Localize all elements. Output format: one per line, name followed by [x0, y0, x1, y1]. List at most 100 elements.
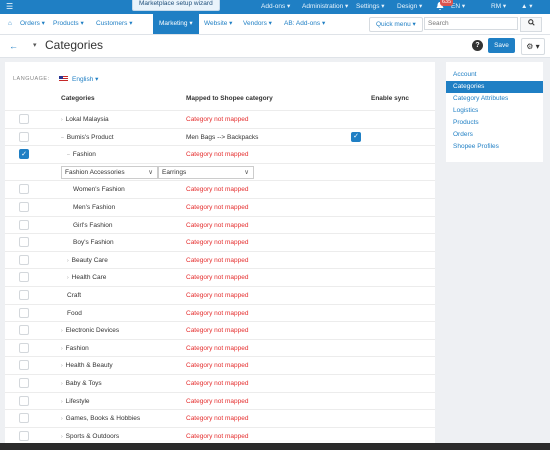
- category-label: Fashion: [65, 344, 89, 352]
- select-value: Earrings: [162, 168, 187, 176]
- category-name[interactable]: Girl's Fashion: [73, 217, 113, 234]
- expand-icon[interactable]: ›: [61, 416, 63, 422]
- row-checkbox[interactable]: [19, 237, 29, 248]
- row-checkbox[interactable]: [19, 184, 29, 195]
- collapse-icon[interactable]: –: [67, 152, 70, 158]
- category-name[interactable]: › Health & Beauty: [61, 357, 113, 375]
- category-name[interactable]: Boy's Fashion: [73, 234, 114, 251]
- row-checkbox[interactable]: [19, 114, 29, 124]
- history-dropdown-icon[interactable]: ▾: [33, 41, 37, 49]
- row-checkbox[interactable]: [19, 219, 29, 230]
- topbar-menu-5[interactable]: RM ▾: [491, 0, 506, 14]
- help-icon[interactable]: ?: [472, 40, 483, 51]
- row-checkbox[interactable]: [19, 342, 29, 353]
- row-checkbox[interactable]: [19, 395, 29, 406]
- nav-item-3[interactable]: Customers ▾: [96, 14, 133, 34]
- home-icon[interactable]: ⌂: [8, 14, 12, 34]
- nav-item-1[interactable]: Orders ▾: [20, 14, 45, 34]
- table-row: › Electronic Devices Category not mapped: [5, 321, 435, 339]
- sidebar-item-account[interactable]: Account: [446, 69, 543, 81]
- table-row: › Health Care Category not mapped: [5, 268, 435, 286]
- row-checkbox[interactable]: [19, 413, 29, 424]
- row-checkbox[interactable]: [19, 131, 29, 142]
- quick-menu-button[interactable]: Quick menu ▾: [369, 17, 423, 32]
- category-name[interactable]: Craft: [67, 287, 81, 304]
- topbar-menu-6[interactable]: ▲ ▾: [521, 0, 533, 14]
- table-row: Men's Fashion Category not mapped: [5, 197, 435, 216]
- row-checkbox[interactable]: [19, 360, 29, 371]
- nav-item-7[interactable]: AB: Add-ons ▾: [284, 14, 325, 34]
- sidebar-item-category-attributes[interactable]: Category Attributes: [446, 93, 543, 105]
- expand-icon[interactable]: ›: [61, 363, 63, 369]
- language-select[interactable]: English ▾: [59, 75, 98, 83]
- expand-icon[interactable]: ›: [67, 275, 69, 281]
- setup-wizard-button[interactable]: Marketplace setup wizard: [132, 0, 220, 11]
- expand-icon[interactable]: ›: [61, 434, 63, 440]
- row-checkbox[interactable]: [19, 254, 29, 265]
- table-row: › Fashion Category not mapped: [5, 338, 435, 358]
- shopee-subcategory-select[interactable]: Earrings ∨: [158, 165, 254, 179]
- menu-icon[interactable]: ☰: [6, 2, 13, 11]
- category-name[interactable]: – Fashion: [67, 146, 96, 164]
- nav-item-5[interactable]: Website ▾: [204, 14, 232, 34]
- mapping-status: Category not mapped: [186, 186, 249, 194]
- expand-icon[interactable]: ›: [61, 117, 63, 123]
- category-name[interactable]: Women's Fashion: [73, 181, 125, 198]
- category-name[interactable]: Food: [67, 305, 82, 322]
- topbar-menu-1[interactable]: Administration ▾: [302, 0, 348, 14]
- expand-icon[interactable]: ›: [61, 399, 63, 405]
- row-checkbox[interactable]: [19, 201, 29, 212]
- search-input[interactable]: [424, 17, 518, 30]
- category-name[interactable]: › Beauty Care: [67, 252, 108, 270]
- collapse-icon[interactable]: –: [61, 135, 64, 141]
- expand-icon[interactable]: ›: [67, 258, 69, 264]
- back-arrow-icon[interactable]: ←: [9, 41, 18, 51]
- category-name[interactable]: › Games, Books & Hobbies: [61, 410, 140, 428]
- row-checkbox[interactable]: [19, 307, 29, 318]
- sidebar-item-logistics[interactable]: Logistics: [446, 105, 543, 117]
- sidebar-item-categories[interactable]: Categories: [446, 81, 543, 93]
- table-row: › Lokal Malaysia Category not mapped: [5, 110, 435, 128]
- sidebar-item-shopee-profiles[interactable]: Shopee Profiles: [446, 141, 543, 153]
- category-name[interactable]: › Lokal Malaysia: [61, 111, 109, 129]
- category-name[interactable]: › Baby & Toys: [61, 375, 102, 393]
- topbar-menu-0[interactable]: Add-ons ▾: [261, 0, 290, 14]
- topbar-menu-3[interactable]: Design ▾: [397, 0, 422, 14]
- table-row: Fashion Accessories ∨ Earrings ∨: [5, 162, 435, 181]
- mapping-status: Category not mapped: [186, 239, 249, 247]
- category-name[interactable]: › Lifestyle: [61, 393, 90, 411]
- row-checkbox[interactable]: [19, 377, 29, 388]
- category-name[interactable]: › Electronic Devices: [61, 322, 119, 340]
- sidebar-item-products[interactable]: Products: [446, 117, 543, 129]
- settings-gear-icon[interactable]: ⚙ ▾: [521, 38, 545, 55]
- mapping-status: Category not mapped: [186, 116, 249, 123]
- us-flag-icon: [59, 76, 68, 82]
- save-button[interactable]: Save: [488, 38, 515, 53]
- row-checkbox[interactable]: ✓: [19, 149, 29, 160]
- row-checkbox[interactable]: [19, 430, 29, 441]
- main-navbar: ⌂ Orders ▾ Products ▾ Customers ▾ Marketing …: [0, 14, 550, 35]
- nav-item-4[interactable]: Marketing ▾: [153, 14, 199, 34]
- search-button[interactable]: [520, 17, 542, 32]
- sidebar-item-orders[interactable]: Orders: [446, 129, 543, 141]
- expand-icon[interactable]: ›: [61, 346, 63, 352]
- row-checkbox[interactable]: [19, 325, 29, 336]
- mapping-status: Category not mapped: [186, 309, 249, 317]
- expand-icon[interactable]: ›: [61, 328, 63, 334]
- mapping-status: Men Bags --> Backpacks: [186, 133, 259, 141]
- category-label: Lifestyle: [65, 397, 90, 405]
- shopee-category-select[interactable]: Fashion Accessories ∨: [61, 165, 158, 179]
- topbar-menu-4[interactable]: EN ▾: [451, 0, 465, 14]
- row-checkbox[interactable]: [19, 272, 29, 283]
- nav-item-6[interactable]: Vendors ▾: [243, 14, 272, 34]
- nav-item-2[interactable]: Products ▾: [53, 14, 84, 34]
- enable-sync-checkbox[interactable]: ✓: [351, 131, 361, 142]
- category-name[interactable]: Men's Fashion: [73, 199, 115, 216]
- category-label: Health Care: [71, 274, 107, 282]
- category-name[interactable]: › Fashion: [61, 340, 89, 358]
- topbar-menu-2[interactable]: Settings ▾: [356, 0, 385, 14]
- expand-icon[interactable]: ›: [61, 381, 63, 387]
- category-name[interactable]: – Bumis's Product: [61, 129, 114, 147]
- row-checkbox[interactable]: [19, 289, 29, 300]
- category-name[interactable]: › Health Care: [67, 269, 106, 287]
